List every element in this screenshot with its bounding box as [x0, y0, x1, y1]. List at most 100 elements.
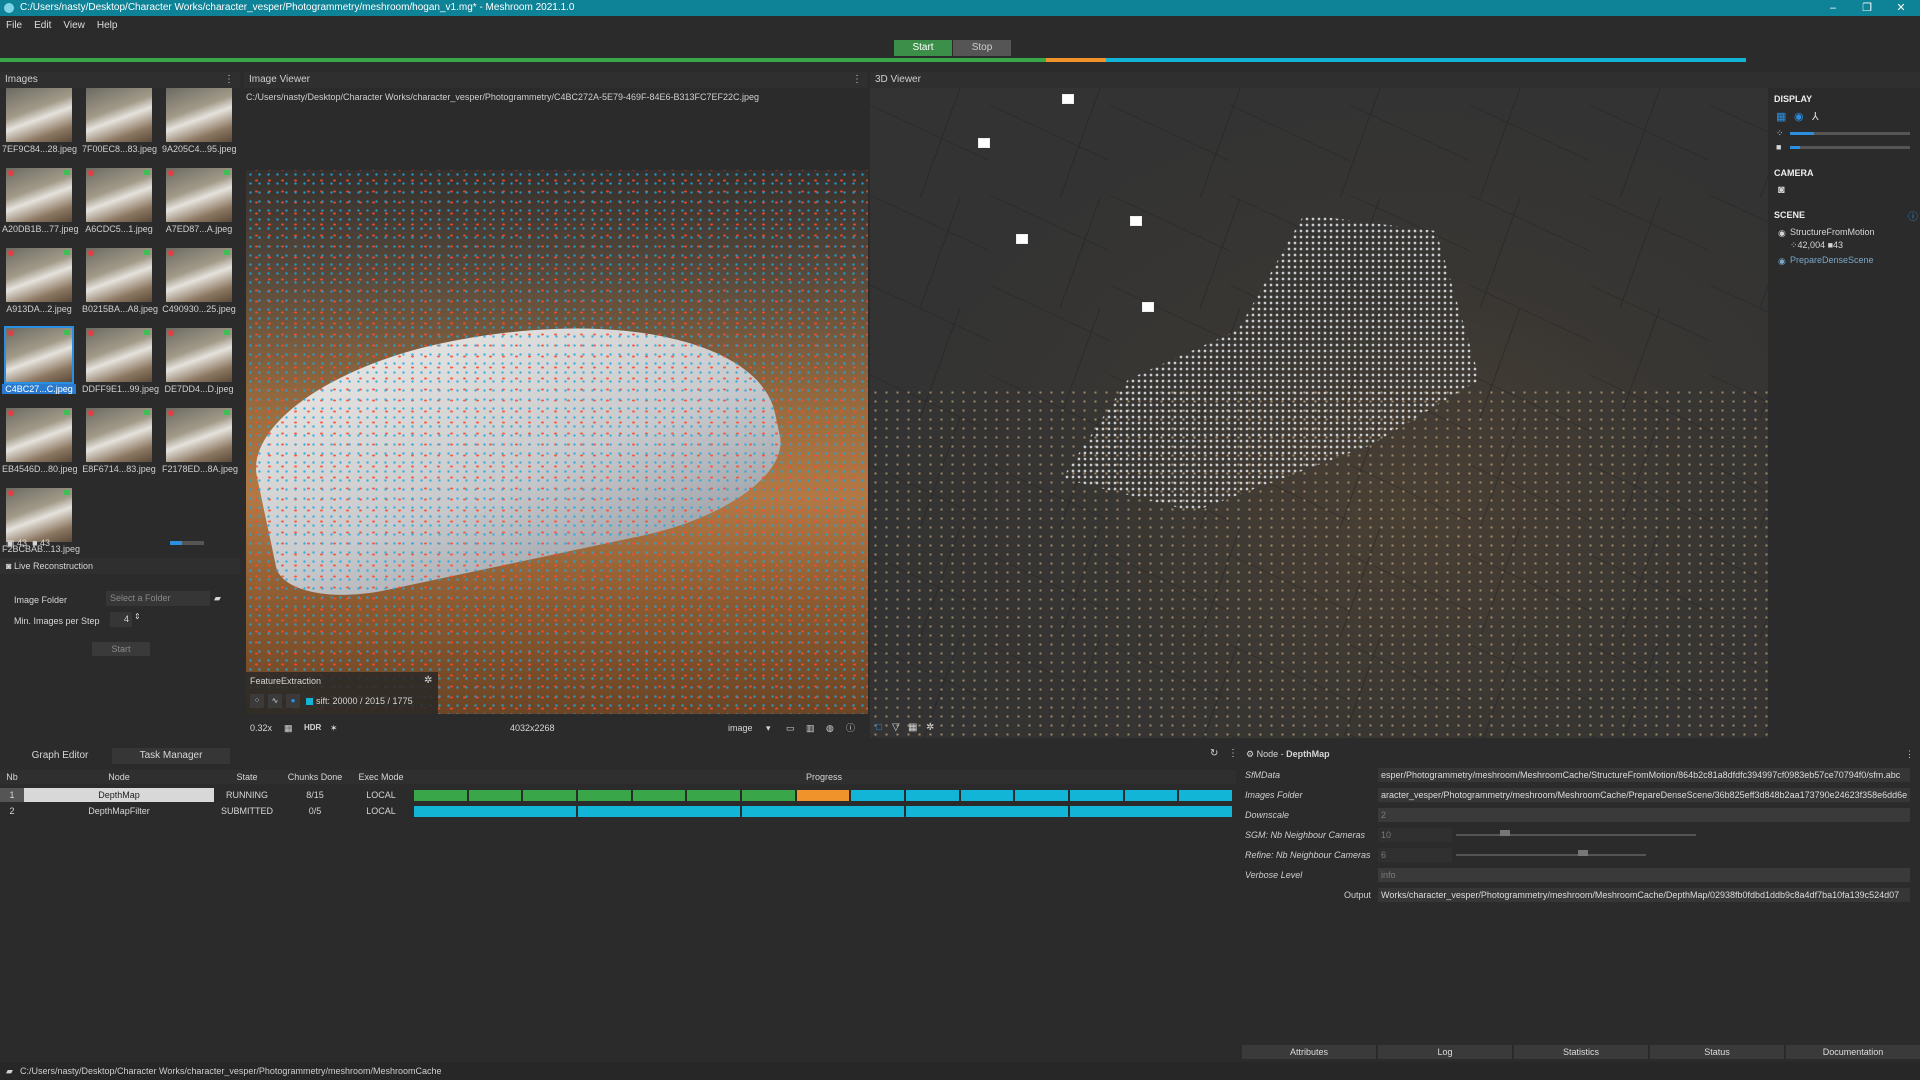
attribute-slider[interactable]	[1456, 834, 1696, 836]
refine-slider-handle[interactable]	[1578, 850, 1588, 856]
refresh-icon[interactable]: ↻	[1210, 748, 1218, 759]
attribute-slider[interactable]	[1456, 854, 1646, 856]
tracks-icon[interactable]: ∿	[268, 694, 282, 708]
scene-item-sfm[interactable]: StructureFromMotion	[1790, 227, 1875, 237]
thumbnail-item[interactable]: A6CDC5...1.jpeg	[82, 168, 153, 238]
camera-marker[interactable]	[978, 138, 990, 148]
thumbnail-label: C490930...25.jpeg	[162, 304, 236, 314]
folder-icon[interactable]: ▰	[214, 593, 221, 604]
more-icon[interactable]: ⋮	[224, 72, 234, 88]
image-mode-select[interactable]: image	[728, 718, 753, 738]
camera-scale-icon: ■	[1776, 142, 1782, 152]
viewer3d-canvas[interactable]: □ ▽ ▦ ✲	[870, 88, 1768, 738]
thumbnail-item[interactable]: E8F6714...83.jpeg	[82, 408, 156, 478]
attribute-value[interactable]: 10	[1378, 828, 1452, 842]
attribute-label: Verbose Level	[1245, 870, 1303, 880]
progress-chunk	[468, 790, 522, 801]
filter-icon[interactable]: ▽	[892, 718, 900, 738]
stop-button[interactable]: Stop	[953, 40, 1011, 56]
thumbnail-size-slider[interactable]	[170, 541, 204, 545]
menu-edit[interactable]: Edit	[28, 16, 57, 36]
camera-marker[interactable]	[1016, 234, 1028, 244]
landmarks-icon[interactable]: ●	[286, 694, 300, 708]
camera-marker[interactable]	[1130, 216, 1142, 226]
minimize-icon[interactable]: –	[1816, 0, 1850, 16]
attribute-value[interactable]: Works/character_vesper/Photogrammetry/me…	[1378, 888, 1910, 902]
node-tab-statistics[interactable]: Statistics	[1514, 1045, 1648, 1059]
min-images-input[interactable]: 4	[110, 612, 132, 627]
eye-icon[interactable]: ◉	[1778, 256, 1786, 267]
features-icon[interactable]: ⁘	[250, 694, 264, 708]
thumbnail-item[interactable]: A7ED87...A.jpeg	[162, 168, 232, 238]
chevron-down-icon[interactable]: ▾	[766, 718, 771, 738]
feature-image[interactable]	[246, 170, 868, 714]
image-folder-input[interactable]: Select a Folder	[106, 591, 210, 606]
point-size-slider[interactable]	[1790, 132, 1910, 135]
more-icon[interactable]: ⋮	[1228, 748, 1238, 759]
bounding-box-icon[interactable]: □	[876, 718, 882, 738]
node-tab-documentation[interactable]: Documentation	[1786, 1045, 1920, 1059]
thumbnail-item[interactable]: 7EF9C84...28.jpeg	[2, 88, 77, 158]
node-tab-attributes[interactable]: Attributes	[1242, 1045, 1376, 1059]
thumbnail-image	[166, 328, 232, 382]
row-chunks: 0/5	[308, 806, 322, 816]
grid-icon[interactable]: ▦	[1776, 110, 1786, 123]
more-icon[interactable]: ⋮	[852, 72, 862, 88]
close-icon[interactable]: ✕	[1884, 0, 1918, 16]
thumbnail-item[interactable]: 7F00EC8...83.jpeg	[82, 88, 157, 158]
table-row[interactable]: 2 DepthMapFilter SUBMITTED 0/5 LOCAL	[0, 804, 1236, 818]
camera-scale-slider[interactable]	[1790, 146, 1910, 149]
thumbnail-item[interactable]: DE7DD4...D.jpeg	[162, 328, 234, 398]
start-button[interactable]: Start	[894, 40, 952, 56]
fit-icon[interactable]: ▭	[786, 718, 795, 738]
eye-icon[interactable]: ◉	[1778, 228, 1786, 239]
thumbnail-item[interactable]: C4BC27...C.jpeg	[2, 326, 76, 398]
viewer3d-toolbar: □ ▽ ▦ ✲	[870, 718, 1768, 738]
attribute-value[interactable]: 6	[1378, 848, 1452, 862]
thumbnail-item[interactable]: C490930...25.jpeg	[162, 248, 236, 318]
live-reconstruction-header[interactable]: ◙ Live Reconstruction	[0, 558, 240, 574]
camera-icon[interactable]: ◙	[1778, 184, 1785, 196]
more-icon[interactable]: ⋮	[1905, 746, 1914, 762]
attribute-value[interactable]: info	[1378, 868, 1910, 882]
target-icon[interactable]: ◉	[1794, 110, 1804, 123]
node-tab-status[interactable]: Status	[1650, 1045, 1784, 1059]
reconstructed-icon	[224, 330, 230, 335]
attribute-value[interactable]: aracter_vesper/Photogrammetry/meshroom/M…	[1378, 788, 1910, 802]
checker-icon[interactable]: ▦	[284, 718, 293, 738]
color-picker-icon[interactable]: ✶	[330, 718, 338, 738]
camera-marker[interactable]	[1142, 302, 1154, 312]
grid-icon[interactable]: ▦	[908, 718, 917, 738]
gizmo-icon[interactable]: ⅄	[1812, 110, 1819, 123]
globe-icon[interactable]: ◍	[826, 718, 834, 738]
thumbnail-item[interactable]: A913DA...2.jpeg	[2, 248, 72, 318]
info-icon[interactable]: ⓘ	[1908, 208, 1918, 223]
sgm-slider-handle[interactable]	[1500, 830, 1510, 836]
table-row[interactable]: 1 DepthMap RUNNING 8/15 LOCAL	[0, 788, 1236, 802]
settings-icon[interactable]: ✲	[926, 718, 934, 738]
tab-graph-editor[interactable]: Graph Editor	[12, 748, 108, 764]
menu-help[interactable]: Help	[91, 16, 124, 36]
live-start-button[interactable]: Start	[92, 642, 150, 656]
attribute-label: Output	[1344, 890, 1372, 900]
thumbnail-item[interactable]: EB4546D...80.jpeg	[2, 408, 78, 478]
histogram-icon[interactable]: ▥	[806, 718, 815, 738]
thumbnail-item[interactable]: DDFF9E1...99.jpeg	[82, 328, 159, 398]
thumbnail-item[interactable]: B0215BA...A8.jpeg	[82, 248, 158, 318]
tab-task-manager[interactable]: Task Manager	[112, 748, 230, 764]
attribute-value[interactable]: 2	[1378, 808, 1910, 822]
scene-item-preparedense[interactable]: PrepareDenseScene	[1790, 255, 1874, 265]
thumbnail-item[interactable]: A20DB1B...77.jpeg	[2, 168, 79, 238]
restore-icon[interactable]: ❐	[1850, 0, 1884, 16]
thumbnail-item[interactable]: 9A205C4...95.jpeg	[162, 88, 237, 158]
node-tab-log[interactable]: Log	[1378, 1045, 1512, 1059]
thumbnail-item[interactable]: F2178ED...8A.jpeg	[162, 408, 238, 478]
menu-file[interactable]: File	[0, 16, 28, 36]
hdr-toggle[interactable]: HDR	[304, 718, 321, 738]
stepper-icon[interactable]: ⇕	[134, 612, 141, 621]
attribute-value[interactable]: esper/Photogrammetry/meshroom/MeshroomCa…	[1378, 768, 1910, 782]
menu-view[interactable]: View	[57, 16, 91, 36]
info-icon[interactable]: ⓘ	[846, 718, 855, 738]
gear-icon[interactable]: ✲	[424, 675, 432, 686]
camera-marker[interactable]	[1062, 94, 1074, 104]
